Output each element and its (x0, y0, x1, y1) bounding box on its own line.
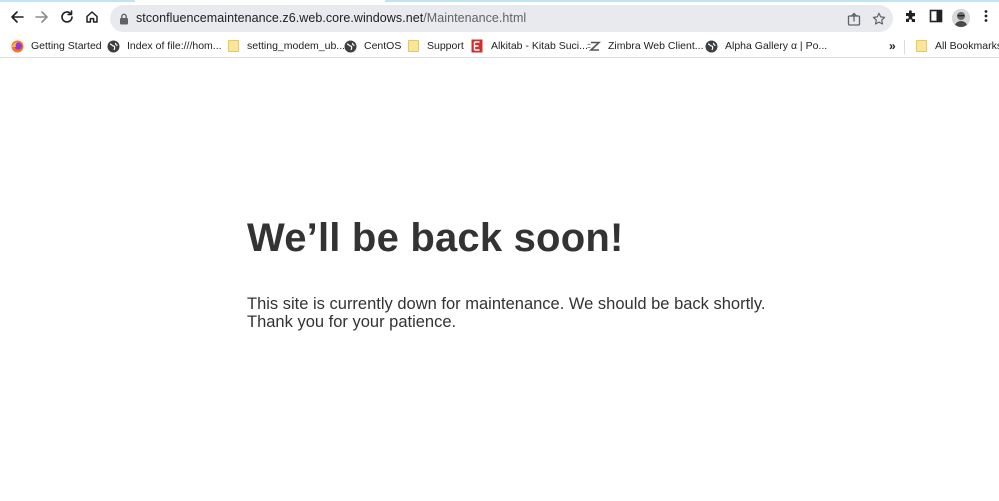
forward-button[interactable] (30, 5, 54, 29)
bookmark-getting-started[interactable]: Getting Started (10, 37, 102, 55)
page-title: We’ll be back soon! (247, 216, 624, 260)
lock-icon[interactable] (119, 12, 129, 30)
folder-icon (226, 39, 240, 53)
all-bookmarks-button[interactable]: All Bookmarks (914, 37, 999, 55)
puzzle-icon (904, 9, 918, 28)
bookmark-centos[interactable]: CentOS (343, 37, 401, 55)
star-icon[interactable] (870, 10, 888, 28)
globe-icon (106, 39, 120, 53)
all-bookmarks-label: All Bookmarks (935, 40, 999, 52)
url-path: /Maintenance.html (423, 11, 527, 25)
zimbra-icon (587, 39, 601, 53)
bookmark-setting-modem[interactable]: setting_modem_ub... (226, 37, 345, 55)
tab-edge-right (385, 0, 999, 2)
browser-toolbar: stconfluencemaintenance.z6.web.core.wind… (0, 3, 999, 34)
side-panel-icon (929, 9, 943, 28)
arrow-left-icon (10, 10, 24, 24)
folder-icon (406, 39, 420, 53)
folder-icon (914, 39, 928, 53)
side-panel-button[interactable] (926, 8, 946, 28)
menu-button[interactable] (976, 8, 996, 28)
globe-icon (343, 39, 357, 53)
bookmark-label: Zimbra Web Client... (608, 40, 704, 52)
bookmark-alkitab[interactable]: Alkitab - Kitab Suci... (470, 37, 588, 55)
alkitab-icon (470, 39, 484, 53)
bookmarks-separator (904, 40, 905, 54)
home-button[interactable] (80, 5, 104, 29)
share-icon[interactable] (845, 10, 863, 28)
bookmark-label: CentOS (364, 40, 402, 52)
bookmark-label: Index of file:///hom... (127, 40, 222, 52)
message-line-1: This site is currently down for maintena… (247, 295, 766, 313)
profile-avatar[interactable] (952, 9, 970, 27)
bookmark-label: Alpha Gallery α | Po... (725, 40, 828, 52)
bookmark-label: Getting Started (31, 40, 102, 52)
extensions-button[interactable] (901, 8, 921, 28)
globe-icon (704, 39, 718, 53)
home-icon (85, 10, 99, 24)
message-line-2: Thank you for your patience. (247, 313, 457, 331)
reload-button[interactable] (55, 5, 79, 29)
maintenance-message: This site is currently down for maintena… (247, 295, 767, 331)
bookmark-label: Alkitab - Kitab Suci... (491, 40, 588, 52)
bookmark-alpha-gallery[interactable]: Alpha Gallery α | Po... (704, 37, 827, 55)
bookmark-label: Support (427, 40, 464, 52)
address-bar[interactable]: stconfluencemaintenance.z6.web.core.wind… (110, 5, 893, 32)
bookmarks-overflow-button[interactable]: » (889, 39, 896, 53)
arrow-right-icon (35, 10, 49, 24)
bookmark-support[interactable]: Support (406, 37, 464, 55)
kebab-menu-icon (983, 9, 989, 28)
reload-icon (60, 10, 74, 24)
url-host: stconfluencemaintenance.z6.web.core.wind… (136, 11, 424, 25)
back-button[interactable] (5, 5, 29, 29)
tab-edge-left (0, 0, 135, 2)
url-text[interactable]: stconfluencemaintenance.z6.web.core.wind… (136, 11, 526, 25)
bookmarks-bar: Getting Started Index of file:///hom... … (0, 34, 999, 58)
bookmark-label: setting_modem_ub... (247, 40, 346, 52)
bookmark-zimbra[interactable]: Zimbra Web Client... (587, 37, 704, 55)
firefox-icon (10, 39, 24, 53)
page-content: We’ll be back soon! This site is current… (0, 59, 999, 501)
bookmark-index-of-file[interactable]: Index of file:///hom... (106, 37, 222, 55)
